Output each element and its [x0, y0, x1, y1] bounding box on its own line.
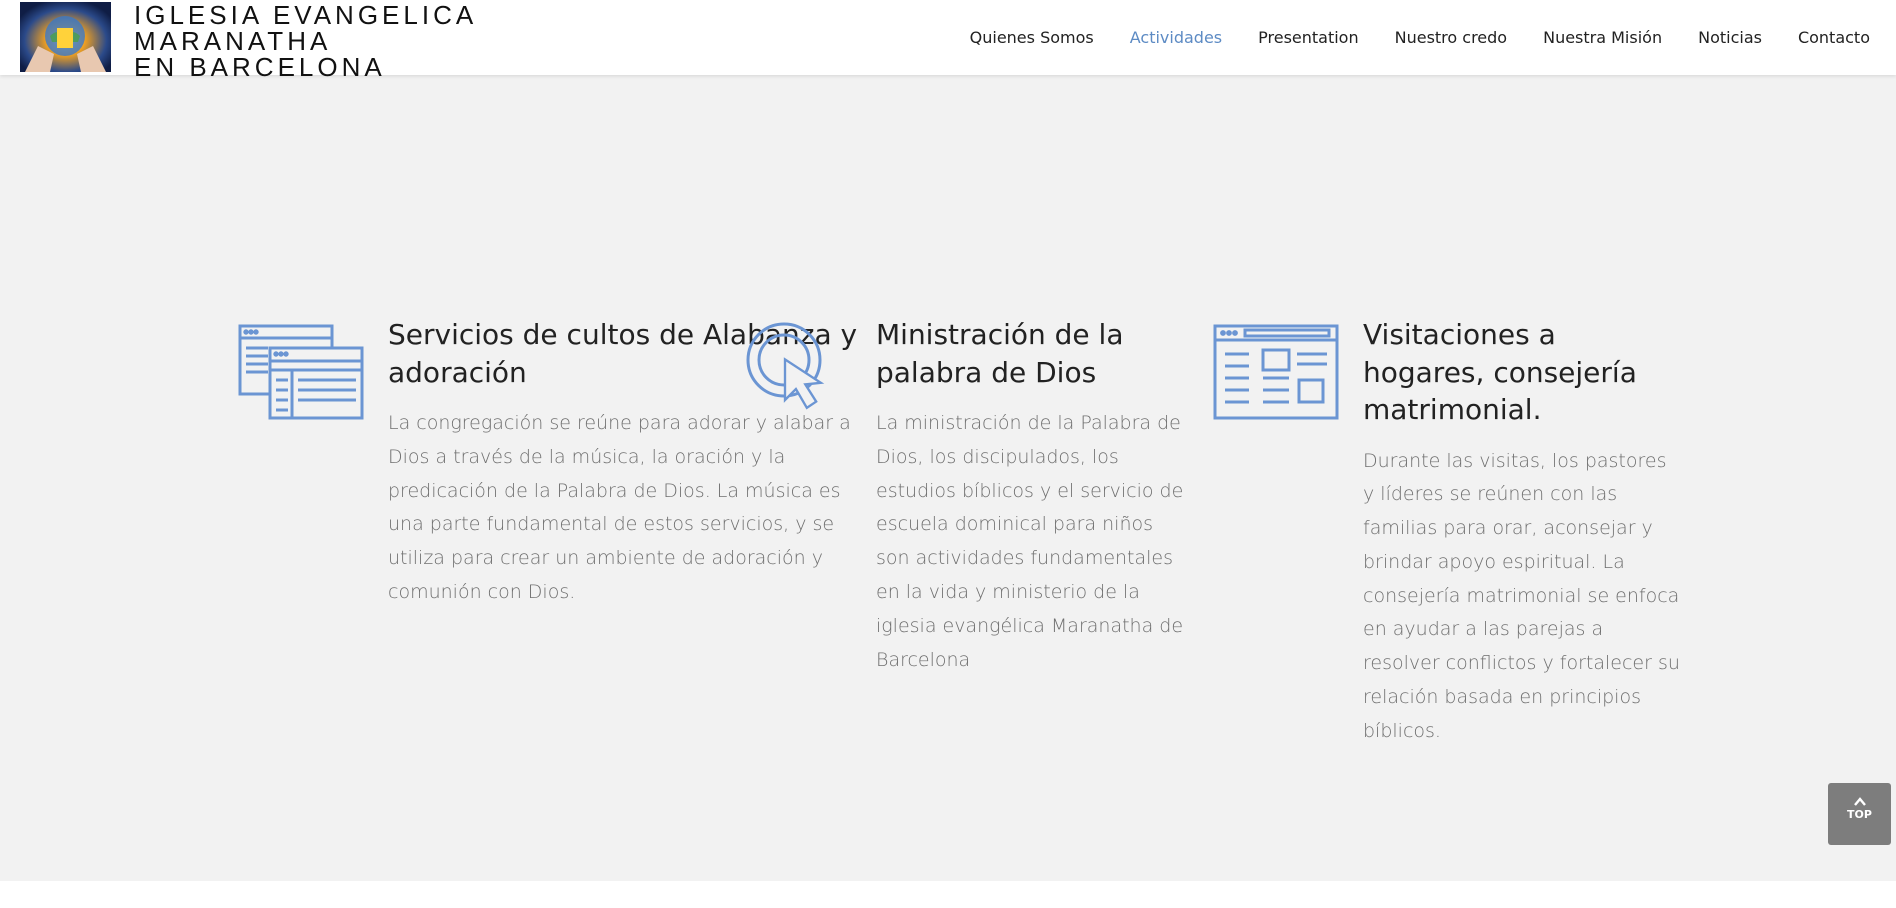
feature-body: Durante las visitas, los pastores y líde…: [1363, 449, 1680, 742]
logo-line-1: IGLESIA EVANGELICA: [134, 0, 478, 30]
feature-body: La ministración de la Palabra de Dios, l…: [876, 412, 1184, 671]
church-name-logo[interactable]: IGLESIA EVANGELICA MARANATHA EN BARCELON…: [134, 2, 477, 80]
nav-actividades[interactable]: Actividades: [1130, 28, 1222, 47]
browser-windows-icon: [238, 324, 364, 425]
feature-ministracion-text: Ministración de la palabra de Dios La mi…: [876, 316, 1186, 677]
nav-contacto[interactable]: Contacto: [1798, 28, 1870, 47]
feature-title: Ministración de la palabra de Dios: [876, 318, 1124, 389]
chevron-up-icon: [1853, 797, 1866, 806]
main-nav: Quienes Somos Actividades Presentation N…: [934, 0, 1896, 75]
feature-visitaciones-text: Visitaciones a hogares, consejería matri…: [1363, 316, 1683, 749]
logo-line-3: EN BARCELONA: [134, 52, 386, 82]
nav-nuestro-credo[interactable]: Nuestro credo: [1395, 28, 1507, 47]
footer-strip: [0, 881, 1896, 908]
back-to-top-label: TOP: [1847, 808, 1872, 821]
church-logo-image[interactable]: [20, 2, 111, 72]
back-to-top-button[interactable]: TOP: [1828, 783, 1891, 845]
cursor-click-icon: [746, 322, 834, 427]
activities-section: Servicios de cultos de Alabanza y adorac…: [0, 75, 1896, 881]
nav-noticias[interactable]: Noticias: [1698, 28, 1762, 47]
site-header: IGLESIA EVANGELICA MARANATHA EN BARCELON…: [0, 0, 1896, 80]
webpage-layout-icon: [1213, 324, 1339, 425]
logo-line-2: MARANATHA: [134, 26, 332, 56]
nav-presentation[interactable]: Presentation: [1258, 28, 1358, 47]
feature-body: La congregación se reúne para adorar y a…: [388, 412, 851, 603]
feature-title: Visitaciones a hogares, consejería matri…: [1363, 318, 1637, 426]
nav-nuestra-mision[interactable]: Nuestra Misión: [1543, 28, 1662, 47]
nav-quienes-somos[interactable]: Quienes Somos: [970, 28, 1094, 47]
